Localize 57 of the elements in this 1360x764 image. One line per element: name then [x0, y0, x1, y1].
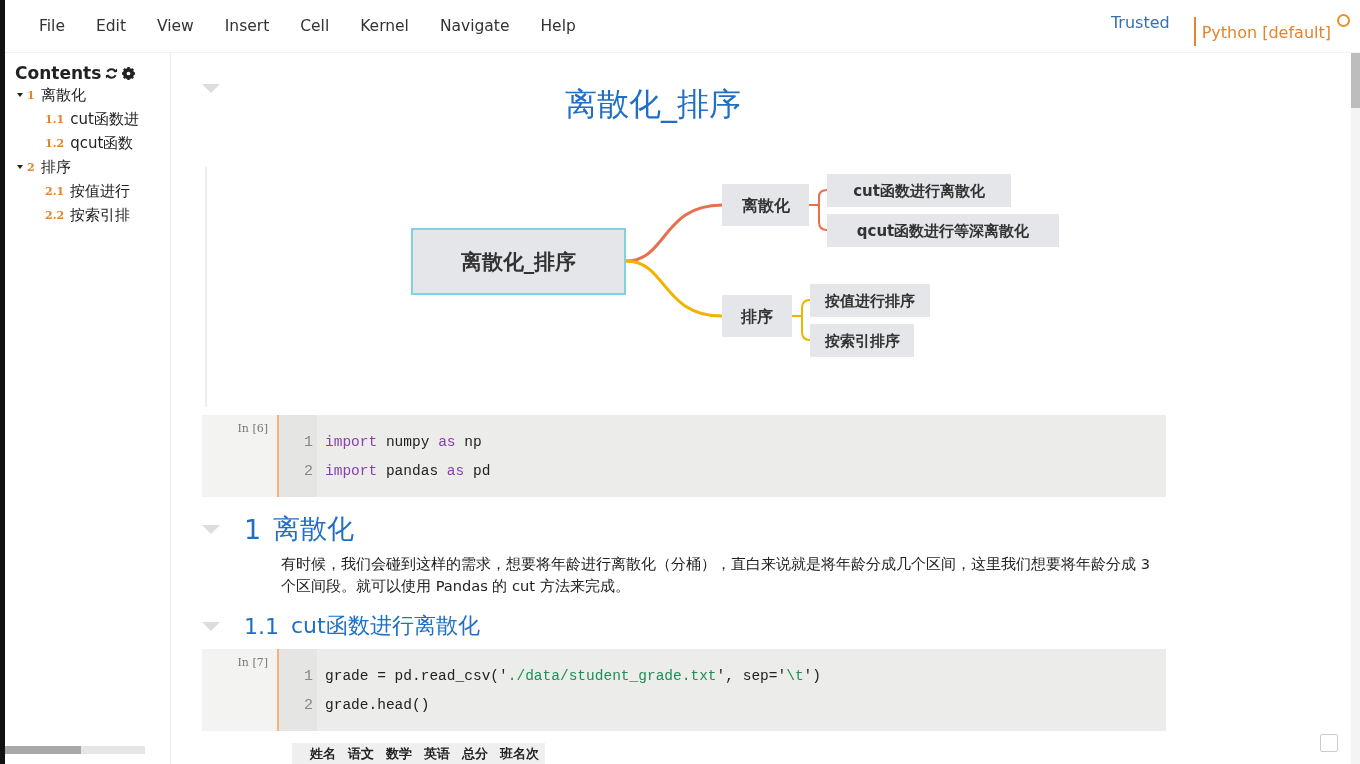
collapse-icon[interactable]: [202, 621, 220, 631]
notebook-title: 离散化_排序: [565, 84, 742, 125]
menu-item[interactable]: Kernel: [346, 17, 423, 35]
input-prompt: In [6]: [236, 421, 269, 437]
horizontal-scrollbar[interactable]: [5, 746, 145, 754]
leaf-connector: [808, 189, 828, 231]
vertical-scrollbar[interactable]: [1351, 53, 1360, 764]
settings-icon[interactable]: [122, 66, 136, 80]
line-number: 2: [303, 462, 314, 482]
code-line: import pandas as pd: [325, 462, 491, 481]
mindmap-node: 离散化: [722, 184, 809, 226]
scroll-top-icon[interactable]: [1320, 734, 1338, 752]
toc-title: Contents: [15, 63, 102, 83]
line-number: 1: [303, 433, 314, 453]
section-heading: 离散化: [273, 512, 355, 546]
refresh-icon[interactable]: [105, 66, 119, 80]
toc-item[interactable]: 1 离散化: [15, 83, 170, 107]
column-header: 总分: [456, 743, 494, 764]
code-cell[interactable]: In [7] 1 2 grade = pd.read_csv('./data/student_grade.txt', sep='\t') grade.head(): [202, 649, 1166, 731]
trusted-indicator[interactable]: Trusted: [1110, 13, 1170, 32]
column-header: 数学: [380, 743, 418, 764]
input-prompt: In [7]: [236, 655, 269, 671]
menu-item[interactable]: Cell: [286, 17, 344, 35]
toc-item[interactable]: 1.1 cut函数进: [15, 107, 170, 131]
menu-item[interactable]: Edit: [81, 17, 140, 35]
code-line: grade = pd.read_csv('./data/student_grade.txt', sep='\t'): [325, 667, 821, 686]
paragraph: 有时候，我们会碰到这样的需求，想要将年龄进行离散化（分桶），直白来说就是将年龄分成几个区间，这里我们想要将年龄分成 3 个区间段。就可以使用 Pandas 的 cut 方法来完成。: [281, 554, 1151, 596]
code-line: grade.head(): [325, 696, 431, 715]
heading-number: 1: [244, 513, 262, 545]
mindmap-node: 按值进行排序: [810, 284, 930, 317]
mindmap-node: qcut函数进行等深离散化: [827, 214, 1059, 247]
heading-number: 1.1: [244, 613, 279, 639]
collapse-icon[interactable]: [202, 524, 220, 534]
toc-item[interactable]: 2 排序: [15, 155, 170, 179]
toc-item[interactable]: 2.1 按值进行: [15, 179, 170, 203]
code-cell[interactable]: In [6] 1 2 import numpy as np import pandas as pd: [202, 415, 1166, 497]
column-header: 班名次: [494, 743, 545, 764]
line-number: 1: [303, 667, 314, 687]
column-header: 姓名: [304, 743, 342, 764]
menu-item[interactable]: Insert: [210, 17, 284, 35]
menu-item[interactable]: View: [142, 17, 208, 35]
mindmap-node: cut函数进行离散化: [827, 174, 1011, 207]
collapse-icon[interactable]: [202, 83, 220, 93]
toc-item[interactable]: 2.2 按索引排: [15, 203, 170, 227]
mindmap-node: 按索引排序: [810, 324, 914, 357]
leaf-connector: [791, 299, 811, 341]
menu-item[interactable]: File: [25, 17, 79, 35]
section-heading: cut函数进行离散化: [291, 612, 480, 640]
column-header: 语文: [342, 743, 380, 764]
column-header: 英语: [418, 743, 456, 764]
root-node: 离散化_排序: [411, 228, 626, 295]
toc-item[interactable]: 1.2 qcut函数: [15, 131, 170, 155]
menu-item[interactable]: Navigate: [425, 17, 524, 35]
mindmap-node: 排序: [722, 295, 792, 337]
code-line: import numpy as np: [325, 433, 483, 452]
menu-item[interactable]: Help: [526, 17, 590, 35]
line-number: 2: [303, 696, 314, 716]
